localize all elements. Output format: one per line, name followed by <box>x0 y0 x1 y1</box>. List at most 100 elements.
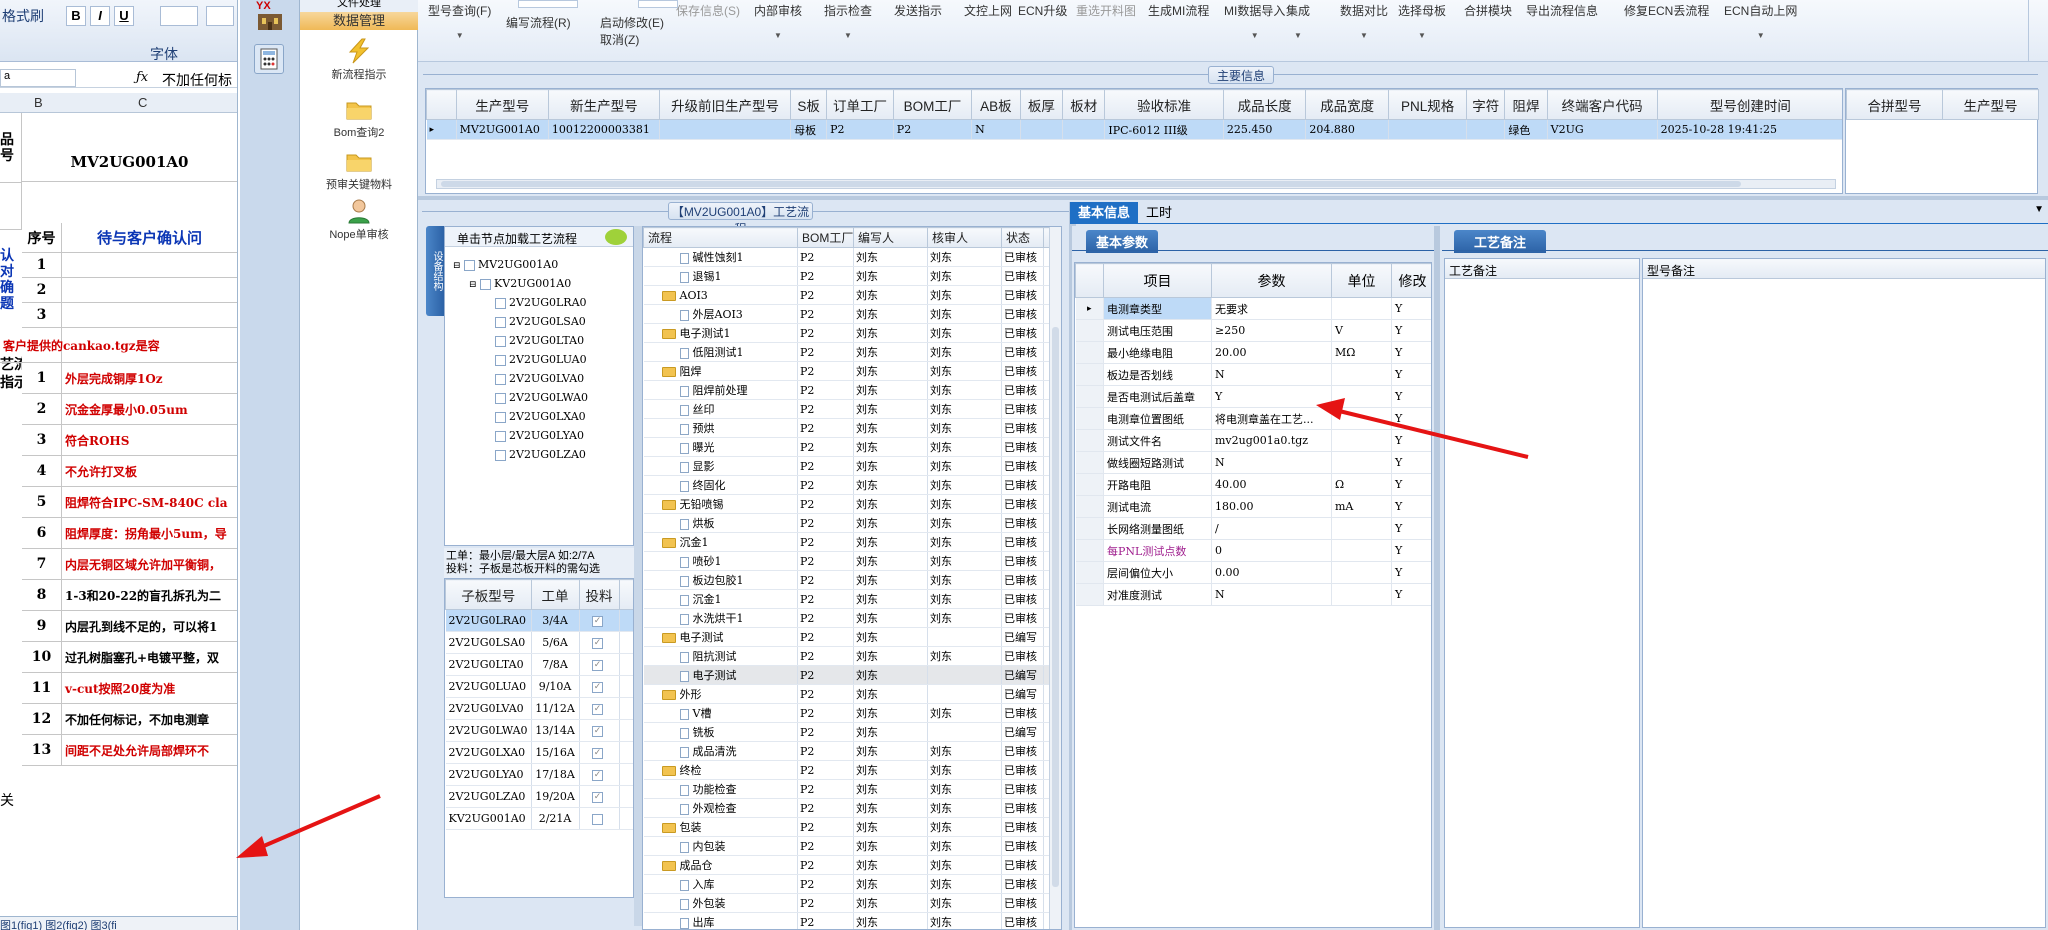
flow-bom-cell[interactable]: P2 <box>797 551 854 571</box>
flow-writer-cell[interactable]: 刘东 <box>853 874 928 894</box>
pending-header[interactable]: 待与客户确认问 <box>62 223 237 253</box>
flow-writer-cell[interactable]: 刘东 <box>853 836 928 856</box>
sub-order-cell[interactable]: 19/20A <box>531 785 580 808</box>
flow-bom-cell[interactable]: P2 <box>797 855 854 875</box>
sub-model-cell[interactable]: 2V2UG0LXA0 <box>445 741 532 764</box>
flow-step-cell[interactable]: 终固化 <box>643 475 798 495</box>
table-row[interactable]: 板边是否划线 N Y <box>1075 363 1431 386</box>
chevron-down-icon[interactable]: ▼ <box>1286 31 1310 40</box>
flow-writer-cell[interactable]: 刘东 <box>853 665 928 685</box>
flow-writer-cell[interactable]: 刘东 <box>853 361 928 381</box>
flow-writer-cell[interactable]: 刘东 <box>853 627 928 647</box>
table-row[interactable]: 测试文件名 mv2ug001a0.tgz Y <box>1075 429 1431 452</box>
row-text[interactable] <box>62 253 237 278</box>
row-text[interactable]: 1-3和20-22的盲孔拆孔为二 <box>62 580 237 611</box>
process-remarks-box[interactable]: 工艺备注 <box>1444 258 1640 928</box>
unchecked-box-icon[interactable] <box>592 813 604 825</box>
flow-writer-cell[interactable]: 刘东 <box>853 912 928 929</box>
flow-writer-cell[interactable]: 刘东 <box>853 437 928 457</box>
param-value-cell[interactable]: N <box>1211 363 1332 386</box>
param-mod-cell[interactable]: Y <box>1391 473 1431 496</box>
column-header[interactable]: 验收标准 <box>1104 89 1224 120</box>
param-value-cell[interactable]: ≥250 <box>1211 319 1332 342</box>
flow-reviewer-cell[interactable]: 刘东 <box>927 437 1002 457</box>
seq-header[interactable]: 序号 <box>22 223 62 253</box>
flow-status-cell[interactable]: 已审核 <box>1001 646 1044 666</box>
flow-reviewer-cell[interactable]: 刘东 <box>927 798 1002 818</box>
sub-col-header[interactable]: 工单 <box>530 579 580 610</box>
flow-step-cell[interactable]: 成品仓 <box>643 855 798 875</box>
flow-reviewer-cell[interactable] <box>927 665 1002 685</box>
table-row[interactable]: 退锡1 P2 刘东 刘东 已审核 <box>643 266 1061 286</box>
flow-reviewer-cell[interactable]: 刘东 <box>927 266 1002 286</box>
table-row[interactable]: 终固化 P2 刘东 刘东 已审核 <box>643 475 1061 495</box>
side-cell[interactable]: 品号 <box>0 113 22 183</box>
table-row[interactable]: 丝印 P2 刘东 刘东 已审核 <box>643 399 1061 419</box>
row-number[interactable]: 6 <box>22 518 62 549</box>
flow-status-cell[interactable]: 已审核 <box>1001 703 1044 723</box>
table-row[interactable]: 测试电压范围 ≥250 V Y <box>1075 319 1431 342</box>
param-unit-cell[interactable]: MΩ <box>1331 341 1392 364</box>
menu-item[interactable]: 编写流程(R) <box>506 14 571 31</box>
flow-reviewer-cell[interactable]: 刘东 <box>927 760 1002 780</box>
tree-leaf[interactable]: 2V2UG0LZA0 <box>453 445 588 464</box>
column-header[interactable]: 升级前旧生产型号 <box>658 89 792 120</box>
sub-feed-cell[interactable]: ✓ <box>579 653 620 676</box>
table-row[interactable]: KV2UG001A0 2/21A <box>445 807 633 830</box>
table-row[interactable]: 终检 P2 刘东 刘东 已审核 <box>643 760 1061 780</box>
flow-step-cell[interactable]: 丝印 <box>643 399 798 419</box>
main-info-grid[interactable]: 生产型号 新生产型号 升级前旧生产型号 S板 订单工厂 BOM工厂 AB板 板厚 板材 验收标准成… <box>425 88 1843 194</box>
table-row[interactable]: 预烘 P2 刘东 刘东 已审核 <box>643 418 1061 438</box>
flow-writer-cell[interactable]: 刘东 <box>853 456 928 476</box>
table-row[interactable]: 电子测试 P2 刘东 已编写 <box>643 627 1061 647</box>
row-number[interactable]: 5 <box>22 487 62 518</box>
chevron-down-icon[interactable]: ▼ <box>428 31 491 40</box>
flow-writer-cell[interactable]: 刘东 <box>853 323 928 343</box>
flow-bom-cell[interactable]: P2 <box>797 570 854 590</box>
flow-writer-cell[interactable]: 刘东 <box>853 247 928 267</box>
row-number[interactable]: 8 <box>22 580 62 611</box>
flow-step-cell[interactable]: 电子测试 <box>643 665 798 685</box>
model-input[interactable] <box>518 0 578 8</box>
cell[interactable]: V2UG <box>1547 119 1658 140</box>
flow-bom-cell[interactable]: P2 <box>797 912 854 929</box>
params-grid[interactable]: 项目 参数 单位 修改 ▸ 电测章类型 无要求 Y 测试电压范围 ≥250 V Y 最小绝缘电阻 20.… <box>1074 262 1432 928</box>
row-indicator[interactable] <box>1075 451 1104 474</box>
flow-writer-cell[interactable]: 刘东 <box>853 817 928 837</box>
flow-status-cell[interactable]: 已审核 <box>1001 437 1044 457</box>
row-text[interactable]: 符合ROHS <box>62 425 237 456</box>
table-row[interactable]: 成品清洗 P2 刘东 刘东 已审核 <box>643 741 1061 761</box>
row-text[interactable]: 内层孔到线不足的，可以将1 <box>62 611 237 642</box>
cell[interactable] <box>1062 119 1106 140</box>
flow-writer-cell[interactable]: 刘东 <box>853 741 928 761</box>
flow-bom-cell[interactable]: P2 <box>797 342 854 362</box>
flow-status-cell[interactable]: 已审核 <box>1001 608 1044 628</box>
param-item-cell[interactable]: 最小绝缘电阻 <box>1103 341 1212 364</box>
row-text[interactable]: 不允许打叉板 <box>62 456 237 487</box>
flow-bom-cell[interactable]: P2 <box>797 874 854 894</box>
flow-step-cell[interactable]: 外包装 <box>643 893 798 913</box>
checkbox[interactable] <box>495 392 506 404</box>
table-row[interactable]: 2V2UG0LSA0 5/6A ✓ <box>445 631 633 654</box>
cell[interactable]: 绿色 <box>1504 119 1548 140</box>
tree-leaf[interactable]: 2V2UG0LXA0 <box>453 407 588 426</box>
param-item-cell[interactable]: 长网络测量图纸 <box>1103 517 1212 540</box>
calculator-icon[interactable] <box>254 44 284 74</box>
flow-status-cell[interactable]: 已审核 <box>1001 285 1044 305</box>
param-mod-cell[interactable]: Y <box>1391 451 1431 474</box>
table-row[interactable]: 是否电测试后盖章 Y Y <box>1075 385 1431 408</box>
table-row[interactable]: 无铅喷锡 P2 刘东 刘东 已审核 <box>643 494 1061 514</box>
table-row[interactable]: 沉金1 P2 刘东 刘东 已审核 <box>643 589 1061 609</box>
table-row[interactable]: 2V2UG0LXA0 15/16A ✓ <box>445 741 633 764</box>
flow-bom-cell[interactable]: P2 <box>797 627 854 647</box>
flow-writer-cell[interactable]: 刘东 <box>853 304 928 324</box>
flow-writer-cell[interactable]: 刘东 <box>853 722 928 742</box>
flow-status-cell[interactable]: 已审核 <box>1001 874 1044 894</box>
row-number[interactable]: 13 <box>22 735 62 766</box>
flow-step-cell[interactable]: 显影 <box>643 456 798 476</box>
nav-item-materials[interactable]: 预审关键物料 <box>300 148 418 192</box>
table-row[interactable]: 出库 P2 刘东 刘东 已审核 <box>643 912 1061 929</box>
param-item-cell[interactable]: 层间偏位大小 <box>1103 561 1212 584</box>
flow-step-cell[interactable]: 出库 <box>643 912 798 929</box>
flow-step-cell[interactable]: 外形 <box>643 684 798 704</box>
